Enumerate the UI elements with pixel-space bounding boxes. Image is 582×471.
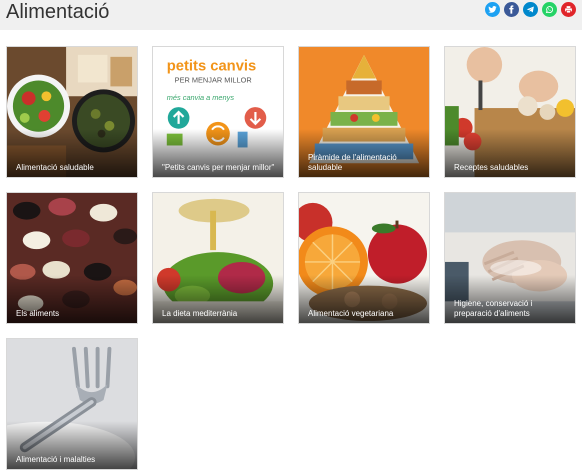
topic-card-els-aliments[interactable]: Els aliments [6, 192, 138, 324]
topic-card-higiene[interactable]: Higiene, conservació i preparació d'alim… [444, 192, 576, 324]
topic-card-petits-canvis[interactable]: petits canvis PER MENJAR MILLOR més canv… [152, 46, 284, 178]
tile-label: Receptes saludables [454, 163, 529, 172]
share-bar [481, 2, 576, 17]
tile-label: Alimentació vegetariana [308, 309, 394, 318]
poster-tagline: més canvia a menys [167, 93, 235, 102]
tile-label: La dieta mediterrània [162, 309, 238, 318]
tile-label: Higiene, conservació i preparació d'alim… [454, 299, 533, 318]
facebook-icon [509, 5, 514, 14]
topic-card-vegetariana[interactable]: Alimentació vegetariana [298, 192, 430, 324]
facebook-share-button[interactable] [504, 2, 519, 17]
page-header: Alimentació [0, 0, 582, 30]
tile-label: "Petits canvis per menjar millor" [162, 163, 275, 172]
twitter-icon [488, 6, 497, 13]
twitter-share-button[interactable] [485, 2, 500, 17]
tile-label: Piràmide de l'alimentació saludable [308, 153, 397, 172]
tile-label: Els aliments [16, 309, 60, 318]
print-button[interactable] [561, 2, 576, 17]
topic-card-dieta-mediterrania[interactable]: La dieta mediterrània [152, 192, 284, 324]
whatsapp-share-button[interactable] [542, 2, 557, 17]
tile-label: Alimentació i malalties [16, 455, 96, 464]
telegram-icon [526, 6, 534, 13]
poster-subtitle: PER MENJAR MILLOR [175, 75, 252, 84]
page-title: Alimentació [6, 1, 110, 23]
tile-label: Alimentació saludable [16, 163, 94, 172]
print-icon [565, 6, 572, 14]
whatsapp-icon [545, 6, 554, 14]
topic-card-piramide[interactable]: Piràmide de l'alimentació saludable [298, 46, 430, 178]
telegram-share-button[interactable] [523, 2, 538, 17]
topic-card-receptes[interactable]: Receptes saludables [444, 46, 576, 178]
topic-card-alimentacio-saludable[interactable]: Alimentació saludable [6, 46, 138, 178]
topic-card-malalties[interactable]: Alimentació i malalties [6, 338, 138, 470]
poster-title: petits canvis [167, 59, 256, 75]
